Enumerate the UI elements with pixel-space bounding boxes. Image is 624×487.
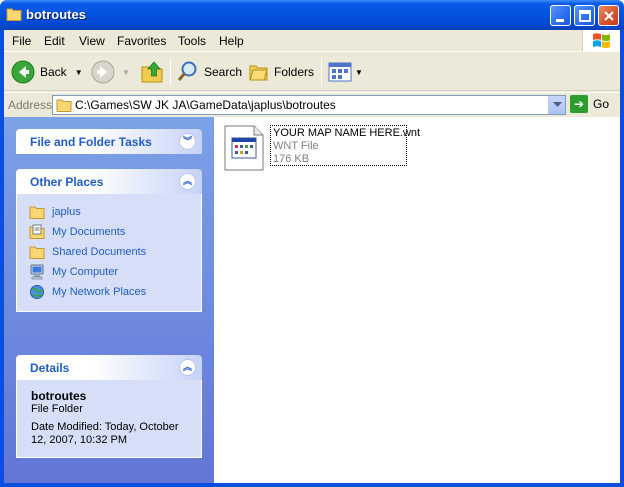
window-frame: File Edit View Favorites Tools Help Back… [4, 30, 620, 483]
back-arrow-icon [11, 60, 35, 84]
back-dropdown-icon[interactable]: ▼ [75, 68, 83, 77]
menu-view[interactable]: View [79, 34, 105, 48]
file-type: WNT File [273, 140, 319, 152]
forward-button[interactable]: ▼ [90, 57, 130, 87]
menu-bar: File Edit View Favorites Tools Help [4, 30, 620, 52]
my-computer-icon [30, 264, 44, 280]
forward-arrow-icon [91, 60, 115, 84]
window-title: botroutes [26, 7, 86, 22]
other-places-panel: Other Places ︽ japlus My Documents Share… [16, 169, 202, 312]
place-japlus[interactable]: japlus [17, 202, 201, 222]
other-places-list: japlus My Documents Shared Documents My … [16, 194, 202, 312]
windows-logo [582, 30, 620, 52]
details-panel: Details ︽ botroutes File Folder Date Mod… [16, 355, 202, 458]
task-pane: File and Folder Tasks ︾ Other Places ︽ j… [4, 117, 214, 483]
place-label: My Computer [52, 266, 119, 278]
menu-file[interactable]: File [12, 34, 31, 48]
close-icon [604, 11, 614, 21]
network-places-icon [30, 285, 44, 299]
search-icon [177, 61, 197, 81]
address-bar: Address C:\Games\SW JK JA\GameData\japlu… [4, 92, 620, 116]
expand-chevron-icon[interactable]: ︾ [179, 133, 196, 150]
place-my-documents[interactable]: My Documents [17, 222, 201, 242]
address-label: Address [8, 98, 53, 112]
my-documents-icon [29, 224, 45, 239]
minimize-icon [556, 19, 564, 22]
details-type: File Folder [31, 403, 83, 415]
views-dropdown-icon[interactable]: ▼ [355, 68, 363, 77]
chevron-down-icon [552, 102, 562, 107]
details-body: botroutes File Folder Date Modified: Tod… [16, 380, 202, 458]
folders-button[interactable]: Folders [248, 57, 314, 87]
explorer-window: botroutes File Edit View Favorites Tools… [0, 0, 624, 487]
file-folder-tasks-header[interactable]: File and Folder Tasks ︾ [16, 129, 202, 154]
collapse-chevron-icon[interactable]: ︽ [179, 359, 196, 376]
back-label: Back [40, 65, 67, 79]
toolbar: Back ▼ ▼ Search Folders ▼ [4, 53, 620, 91]
address-dropdown-button[interactable] [548, 96, 565, 114]
toolbar-separator [170, 59, 171, 85]
go-arrow-icon: ➔ [570, 95, 588, 113]
details-title: Details [30, 361, 70, 375]
search-button[interactable]: Search [176, 57, 242, 87]
minimize-button[interactable] [550, 5, 571, 26]
place-label: My Documents [52, 226, 126, 238]
file-label: YOUR MAP NAME HERE.wnt WNT File 176 KB [270, 125, 421, 166]
file-list-pane[interactable]: YOUR MAP NAME HERE.wnt WNT File 176 KB [214, 117, 620, 483]
collapse-chevron-icon[interactable]: ︽ [179, 173, 196, 190]
place-shared-documents[interactable]: Shared Documents [17, 242, 201, 262]
close-button[interactable] [598, 5, 619, 26]
place-label: My Network Places [52, 286, 147, 298]
details-modified: Date Modified: Today, October 12, 2007, … [31, 421, 179, 446]
maximize-icon [579, 10, 591, 22]
file-folder-tasks-title: File and Folder Tasks [30, 135, 152, 149]
place-my-computer[interactable]: My Computer [17, 262, 201, 282]
window-bottom-border [0, 483, 624, 487]
menu-favorites[interactable]: Favorites [117, 34, 166, 48]
menu-edit[interactable]: Edit [44, 34, 65, 48]
file-size: 176 KB [273, 153, 310, 165]
address-input[interactable]: C:\Games\SW JK JA\GameData\japlus\botrou… [52, 95, 566, 115]
go-label: Go [593, 97, 610, 111]
back-button[interactable]: Back ▼ [10, 57, 83, 87]
folder-icon [29, 246, 45, 259]
details-name: botroutes [31, 389, 87, 403]
folders-label: Folders [274, 65, 315, 79]
wnt-file-icon [224, 125, 264, 171]
other-places-header[interactable]: Other Places ︽ [16, 169, 202, 194]
up-folder-icon [141, 61, 163, 83]
address-path: C:\Games\SW JK JA\GameData\japlus\botrou… [75, 98, 336, 112]
place-label: Shared Documents [52, 246, 147, 258]
forward-dropdown-icon[interactable]: ▼ [122, 68, 130, 77]
folder-icon [56, 99, 72, 112]
search-label: Search [204, 65, 243, 79]
go-button[interactable]: ➔ Go [570, 95, 609, 113]
other-places-title: Other Places [30, 175, 104, 189]
menu-tools[interactable]: Tools [178, 34, 206, 48]
menu-help[interactable]: Help [219, 34, 244, 48]
details-header[interactable]: Details ︽ [16, 355, 202, 380]
folder-icon [6, 8, 22, 21]
toolbar-separator [321, 59, 322, 85]
windows-flag-icon [593, 33, 610, 48]
file-name: YOUR MAP NAME HERE.wnt [273, 127, 421, 139]
title-bar[interactable]: botroutes [0, 0, 624, 30]
up-folder-button[interactable] [140, 57, 164, 87]
maximize-button[interactable] [574, 5, 595, 26]
views-button[interactable]: ▼ [328, 57, 363, 87]
place-label: japlus [52, 206, 81, 218]
file-folder-tasks-panel: File and Folder Tasks ︾ [16, 129, 202, 154]
views-icon [328, 62, 352, 82]
folder-icon [29, 206, 45, 219]
place-my-network-places[interactable]: My Network Places [17, 282, 201, 302]
folders-icon [249, 65, 268, 81]
